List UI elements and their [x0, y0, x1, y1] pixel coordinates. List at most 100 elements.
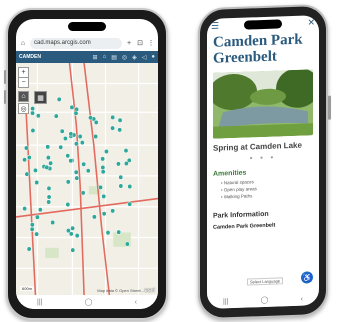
- park-marker[interactable]: [46, 199, 52, 205]
- park-marker[interactable]: [118, 183, 124, 189]
- park-marker[interactable]: [110, 208, 116, 214]
- park-marker[interactable]: [79, 140, 85, 146]
- park-marker[interactable]: [46, 155, 51, 161]
- park-marker[interactable]: [69, 104, 75, 110]
- park-marker[interactable]: [58, 144, 64, 150]
- park-marker[interactable]: [59, 128, 65, 134]
- park-marker[interactable]: [93, 133, 99, 140]
- back-button[interactable]: ‹: [135, 299, 137, 306]
- park-marker[interactable]: [100, 164, 106, 171]
- park-marker[interactable]: [117, 127, 123, 133]
- park-marker[interactable]: [77, 133, 83, 140]
- menu-icon[interactable]: ☰: [211, 20, 219, 31]
- park-marker[interactable]: [65, 202, 71, 208]
- park-marker[interactable]: [93, 119, 99, 125]
- home-extent-button[interactable]: ⌂: [18, 91, 29, 102]
- park-marker[interactable]: [127, 183, 133, 190]
- recent-apps-button[interactable]: |||: [37, 299, 42, 306]
- park-marker[interactable]: [45, 144, 51, 150]
- park-marker[interactable]: [48, 160, 54, 166]
- park-marker[interactable]: [123, 148, 129, 154]
- park-marker[interactable]: [101, 211, 107, 217]
- park-marker[interactable]: [124, 241, 130, 247]
- park-marker[interactable]: [53, 113, 59, 119]
- park-marker[interactable]: [116, 161, 121, 167]
- park-marker[interactable]: [30, 110, 35, 116]
- park-marker[interactable]: [105, 230, 111, 236]
- layers-tool-icon[interactable]: ◈: [132, 54, 137, 61]
- park-marker[interactable]: [30, 128, 36, 134]
- park-marker[interactable]: [74, 175, 80, 181]
- locate-tool-icon[interactable]: ◎: [122, 54, 127, 61]
- grid-tool-icon[interactable]: ⊞: [93, 54, 98, 61]
- home-button[interactable]: ◯: [85, 298, 93, 306]
- park-marker[interactable]: [35, 113, 41, 119]
- park-marker[interactable]: [70, 247, 76, 253]
- park-marker[interactable]: [74, 141, 79, 147]
- add-tab-icon[interactable]: +: [125, 40, 133, 47]
- park-marker[interactable]: [68, 158, 74, 164]
- info-tool-icon[interactable]: ●: [151, 54, 155, 61]
- park-marker[interactable]: [56, 96, 62, 102]
- park-marker[interactable]: [37, 207, 43, 213]
- park-marker[interactable]: [65, 153, 71, 159]
- locate-button[interactable]: ◎: [18, 103, 29, 114]
- park-marker[interactable]: [35, 214, 40, 220]
- park-marker[interactable]: [73, 110, 79, 116]
- list-tool-icon[interactable]: ▤: [111, 54, 117, 61]
- home-button[interactable]: ◯: [261, 296, 269, 304]
- park-marker[interactable]: [124, 160, 129, 167]
- park-marker[interactable]: [70, 225, 75, 231]
- park-marker[interactable]: [24, 171, 30, 177]
- map-view[interactable]: + − ⌂ ◎ ▦: [16, 63, 158, 295]
- park-marker[interactable]: [34, 231, 40, 237]
- park-marker[interactable]: [116, 229, 122, 235]
- url-field[interactable]: cad.maps.arcgis.com: [30, 37, 122, 49]
- park-marker[interactable]: [74, 233, 80, 239]
- park-marker[interactable]: [100, 156, 106, 162]
- park-marker[interactable]: [81, 161, 87, 167]
- park-marker[interactable]: [46, 185, 52, 191]
- park-marker[interactable]: [118, 174, 124, 180]
- park-marker[interactable]: [46, 194, 52, 200]
- park-marker[interactable]: [26, 246, 32, 252]
- park-marker[interactable]: [100, 169, 106, 175]
- more-icon[interactable]: ⋮: [147, 39, 155, 47]
- park-marker[interactable]: [110, 114, 116, 120]
- accessibility-icon[interactable]: ♿: [301, 271, 313, 284]
- basemap-grid-button[interactable]: ▦: [34, 91, 47, 104]
- park-marker[interactable]: [92, 214, 97, 220]
- park-marker[interactable]: [65, 179, 71, 185]
- park-marker[interactable]: [44, 164, 50, 170]
- park-marker[interactable]: [110, 125, 115, 131]
- close-icon[interactable]: ✕: [307, 17, 315, 28]
- zoom-out-button[interactable]: −: [18, 77, 29, 88]
- park-marker[interactable]: [63, 136, 68, 142]
- park-marker[interactable]: [80, 190, 86, 196]
- park-marker[interactable]: [85, 168, 91, 174]
- share-tool-icon[interactable]: ◁: [142, 54, 147, 61]
- park-marker[interactable]: [66, 228, 71, 234]
- park-marker[interactable]: [22, 157, 27, 163]
- park-marker[interactable]: [30, 106, 36, 112]
- park-marker[interactable]: [68, 131, 74, 137]
- park-marker[interactable]: [73, 169, 79, 175]
- park-marker[interactable]: [117, 117, 123, 123]
- park-marker[interactable]: [88, 115, 93, 121]
- park-marker[interactable]: [29, 222, 35, 228]
- tabs-icon[interactable]: ⊡: [136, 39, 144, 47]
- park-marker[interactable]: [34, 179, 40, 186]
- back-button[interactable]: ‹: [301, 295, 303, 302]
- park-marker[interactable]: [127, 201, 133, 207]
- park-marker[interactable]: [101, 193, 107, 199]
- park-marker[interactable]: [26, 154, 32, 160]
- park-marker[interactable]: [29, 226, 35, 232]
- park-marker[interactable]: [33, 167, 38, 173]
- park-marker[interactable]: [22, 206, 28, 212]
- park-marker[interactable]: [104, 148, 109, 155]
- home-icon[interactable]: ⌂: [19, 40, 27, 47]
- park-markers[interactable]: [22, 96, 133, 253]
- select-language-button[interactable]: Select Language: [247, 277, 284, 286]
- park-photo[interactable]: [213, 69, 313, 139]
- park-marker[interactable]: [50, 220, 56, 226]
